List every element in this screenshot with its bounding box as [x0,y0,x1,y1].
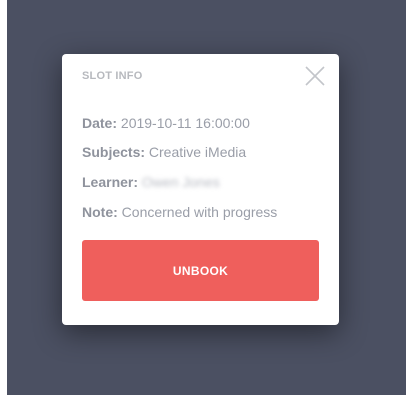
learner-value: Owen Jones [141,174,220,190]
close-icon [305,66,325,86]
learner-row: Learner: Owen Jones [82,174,220,190]
date-value: 2019-10-11 16:00:00 [120,115,250,131]
note-value: Concerned with progress [121,204,278,220]
subjects-label: Subjects: [82,144,146,160]
unbook-button[interactable]: UNBOOK [82,240,319,301]
slot-info-modal: SLOT INFO Date: 2019-10-11 16:00:00 Subj… [62,54,339,325]
note-row: Note: Concerned with progress [82,204,277,220]
subjects-value: Creative iMedia [148,144,247,160]
learner-label: Learner: [82,174,139,190]
date-label: Date: [82,115,118,131]
note-label: Note: [82,204,118,220]
subjects-row: Subjects: Creative iMedia [82,144,246,160]
modal-title: SLOT INFO [82,70,143,82]
date-row: Date: 2019-10-11 16:00:00 [82,115,250,131]
close-button[interactable] [303,64,327,88]
